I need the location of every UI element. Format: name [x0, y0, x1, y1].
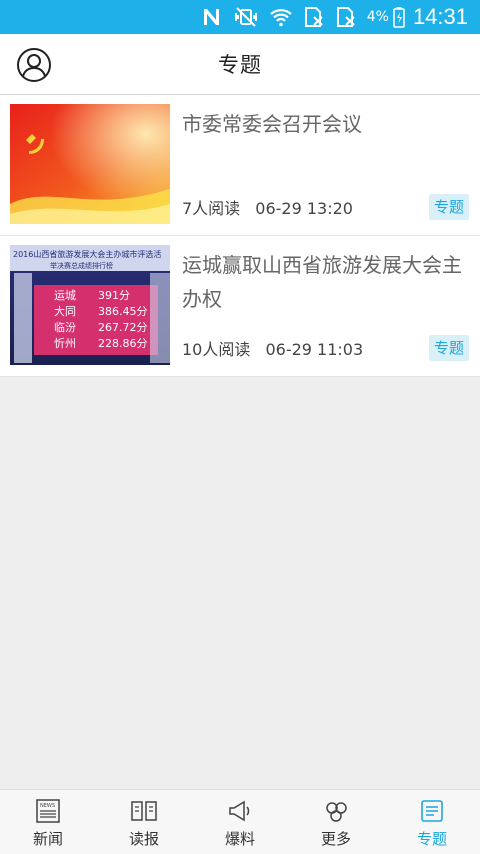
topic-badge: 专题	[428, 194, 469, 220]
svg-text:NEWS: NEWS	[40, 803, 55, 809]
bottom-nav: NEWS 新闻 读报 爆料 更多 专题	[0, 789, 480, 854]
read-count: 10人阅读	[182, 340, 251, 359]
tab-topics[interactable]: 专题	[384, 790, 480, 854]
tab-label: 新闻	[32, 830, 63, 848]
topic-icon	[421, 800, 443, 822]
article-meta: 7人阅读 06-29 13:20	[182, 195, 353, 219]
battery-charging-icon	[393, 6, 405, 28]
list-item[interactable]: 2016山西省旅游发展大会主办城市评选活 举决赛总成绩排行榜 运城 391分 大…	[0, 236, 480, 377]
page-title: 专题	[218, 53, 262, 77]
vibrate-mute-icon	[233, 6, 259, 28]
article-thumbnail	[10, 104, 170, 224]
app-header: 专题	[0, 34, 480, 95]
battery-percent: 4%	[366, 9, 389, 25]
publish-time: 06-29 13:20	[255, 199, 353, 218]
read-count: 7人阅读	[182, 199, 241, 218]
tab-label: 读报	[128, 830, 159, 848]
sim2-no-signal-icon	[335, 6, 357, 28]
newspaper-icon: NEWS	[36, 799, 60, 823]
article-list: 市委常委会召开会议 7人阅读 06-29 13:20 专题 2016山西省旅游发…	[0, 95, 480, 377]
tab-label: 爆料	[224, 830, 255, 848]
tab-more[interactable]: 更多	[288, 790, 384, 854]
thumb-row-city: 忻州	[54, 337, 76, 350]
article-title: 市委常委会召开会议	[182, 112, 362, 136]
thumb-row-city: 大同	[54, 304, 76, 318]
thumb-row-score: 391分	[98, 289, 130, 302]
tab-read-paper[interactable]: 读报	[96, 790, 192, 854]
megaphone-icon	[229, 800, 250, 822]
status-bar: 4% 14:31	[0, 0, 480, 34]
topic-badge: 专题	[428, 335, 469, 361]
more-icon	[326, 802, 347, 822]
article-thumbnail: 2016山西省旅游发展大会主办城市评选活 举决赛总成绩排行榜 运城 391分 大…	[10, 245, 170, 365]
wifi-icon	[269, 6, 293, 28]
status-time: 14:31	[412, 4, 468, 29]
nfc-icon	[201, 6, 223, 28]
thumb-row-score: 386.45分	[98, 305, 148, 318]
article-meta: 10人阅读 06-29 11:03	[182, 336, 363, 360]
tab-label: 更多	[320, 830, 351, 848]
tab-label: 专题	[416, 830, 447, 848]
thumb-row-score: 267.72分	[98, 321, 148, 334]
thumb-row-score: 228.86分	[98, 337, 148, 350]
list-item[interactable]: 市委常委会召开会议 7人阅读 06-29 13:20 专题	[0, 95, 480, 236]
user-circle-icon[interactable]	[16, 47, 52, 83]
open-paper-icon	[131, 801, 157, 821]
article-title: 运城赢取山西省旅游发展大会主办权	[182, 253, 462, 311]
thumb-row-city: 运城	[54, 289, 76, 302]
thumb-header-text: 2016山西省旅游发展大会主办城市评选活	[13, 249, 161, 259]
sim1-no-signal-icon	[303, 6, 325, 28]
thumb-row-city: 临汾	[54, 320, 76, 334]
publish-time: 06-29 11:03	[265, 340, 364, 359]
tab-news[interactable]: NEWS 新闻	[0, 790, 96, 854]
tab-tip-off[interactable]: 爆料	[192, 790, 288, 854]
thumb-subheader-text: 举决赛总成绩排行榜	[50, 261, 113, 270]
